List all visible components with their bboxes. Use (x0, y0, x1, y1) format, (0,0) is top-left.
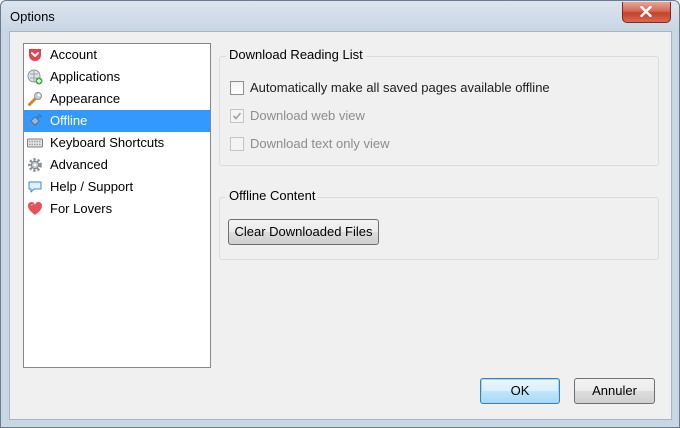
sidebar-item-label: Appearance (50, 91, 121, 106)
wrench-icon (28, 92, 42, 106)
sidebar-item-advanced[interactable]: Advanced (24, 154, 210, 176)
checkmark-icon (232, 112, 242, 120)
offline-content-group: Offline Content Clear Downloaded Files (219, 188, 659, 260)
keyboard-icon (27, 138, 43, 148)
sidebar-item-help-support[interactable]: Help / Support (24, 176, 210, 198)
sidebar-item-label: Advanced (50, 157, 108, 172)
download-reading-list-title: Download Reading List (226, 47, 366, 62)
download-reading-list-group: Download Reading List Automatically make… (219, 47, 659, 166)
sidebar-item-label: Account (50, 47, 97, 62)
sidebar-item-label: Help / Support (50, 179, 134, 194)
plug-icon (28, 114, 42, 128)
heart-icon (27, 201, 43, 215)
sidebar-item-label: Offline (50, 113, 88, 128)
options-window: Options Account Applications Appearance … (0, 0, 680, 428)
sidebar-item-offline[interactable]: Offline (24, 110, 210, 132)
auto-offline-label: Automatically make all saved pages avail… (250, 80, 550, 95)
auto-offline-checkbox[interactable] (230, 81, 244, 95)
ok-button[interactable]: OK (480, 378, 560, 404)
sidebar-item-applications[interactable]: Applications (24, 66, 210, 88)
gear-icon (28, 158, 42, 172)
speech-bubble-icon (28, 181, 42, 193)
category-list[interactable]: Account Applications Appearance Offline … (23, 43, 211, 368)
download-text-only-label: Download text only view (250, 136, 390, 151)
offline-content-title: Offline Content (226, 188, 319, 203)
sidebar-item-keyboard-shortcuts[interactable]: Keyboard Shortcuts (24, 132, 210, 154)
download-text-only-checkbox[interactable] (230, 137, 244, 151)
sidebar-item-label: For Lovers (50, 201, 113, 216)
sidebar-item-for-lovers[interactable]: For Lovers (24, 198, 210, 220)
applications-icon (27, 69, 43, 85)
sidebar-item-account[interactable]: Account (24, 44, 210, 66)
close-icon (640, 6, 652, 17)
close-button[interactable] (622, 2, 671, 23)
sidebar-item-label: Applications (50, 69, 121, 84)
sidebar-item-label: Keyboard Shortcuts (50, 135, 165, 150)
clear-downloaded-files-button[interactable]: Clear Downloaded Files (228, 219, 379, 245)
sidebar-item-appearance[interactable]: Appearance (24, 88, 210, 110)
title-bar[interactable]: Options (1, 1, 679, 31)
window-title: Options (10, 9, 55, 24)
download-web-view-checkbox[interactable] (230, 109, 244, 123)
dialog-body: Account Applications Appearance Offline … (9, 31, 672, 420)
cancel-button[interactable]: Annuler (574, 378, 655, 404)
download-web-view-label: Download web view (250, 108, 365, 123)
pocket-icon (29, 49, 41, 61)
